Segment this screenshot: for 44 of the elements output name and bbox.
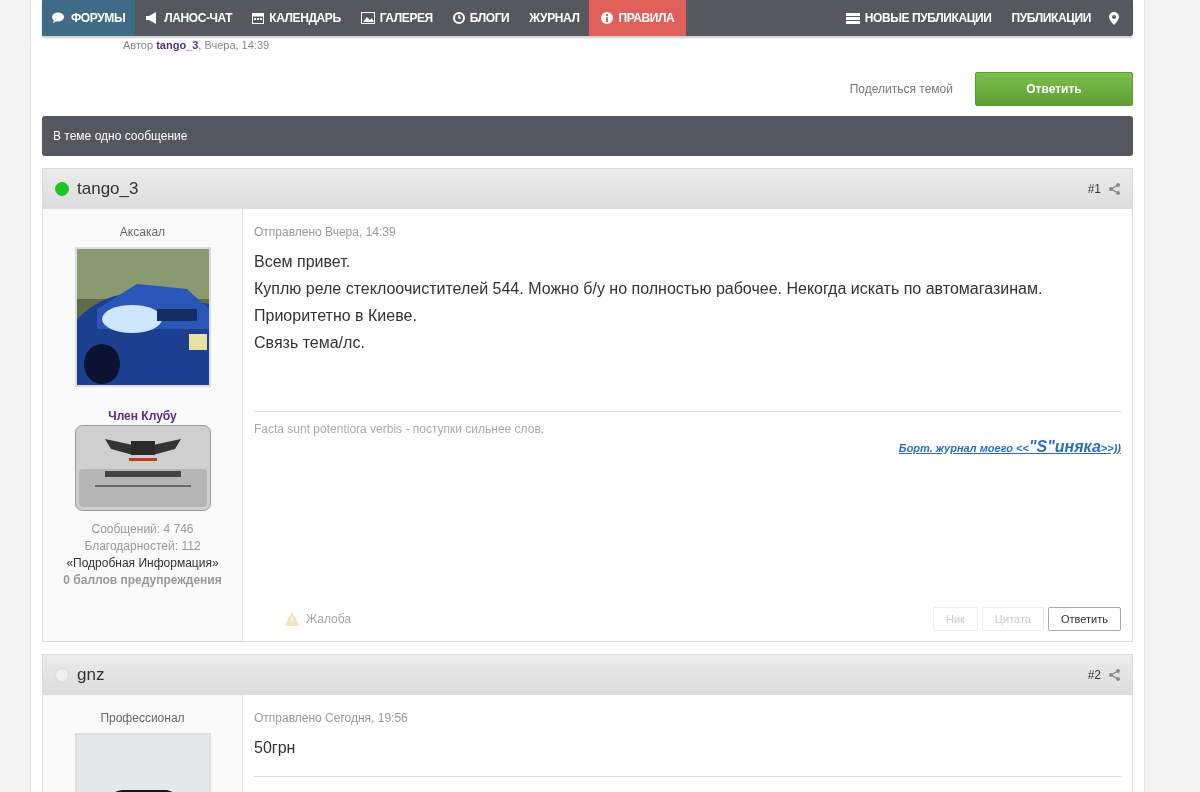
- user-stat: Благодарностей: 112: [84, 538, 201, 555]
- list-icon: [845, 12, 860, 24]
- post-date: Отправлено Вчера, 14:39: [254, 225, 397, 239]
- clock-icon: [452, 12, 465, 24]
- nav-tab[interactable]: ЛАНОС-ЧАТ: [135, 0, 243, 36]
- share-icon[interactable]: [1109, 183, 1120, 195]
- nav-tab[interactable]: БЛОГИ: [442, 0, 520, 36]
- nav-tab[interactable]: КАЛЕНДАРЬ: [242, 0, 351, 36]
- calendar-icon: [252, 12, 265, 24]
- user-rank: Аксакал: [119, 225, 166, 239]
- nav-link[interactable]: ПУБЛИКАЦИИ: [1001, 0, 1101, 36]
- nav-link[interactable]: НОВЫЕ ПУБЛИКАЦИИ: [835, 0, 1002, 36]
- post-text: 50грн: [254, 739, 297, 757]
- username-link[interactable]: gnz: [77, 665, 105, 685]
- nav-tab[interactable]: ФОРУМЫ: [42, 0, 136, 36]
- location-pin-icon[interactable]: [1109, 11, 1119, 25]
- image-icon: [360, 12, 375, 24]
- nav-tab[interactable]: ГАЛЕРЕЯ: [350, 0, 443, 36]
- user-group: Член Клубу: [108, 409, 177, 423]
- user-rank: Профессионал: [100, 711, 185, 725]
- post-text: Куплю реле стеклоочистителей 544. Можно б/у но полностью рабочее. Некогда искать по автомагазинам.: [254, 280, 1044, 298]
- chat-icon: [52, 12, 66, 24]
- author-label: Автор: [123, 39, 154, 51]
- post-number-link[interactable]: #1: [1087, 182, 1101, 196]
- share-icon[interactable]: [1109, 669, 1120, 681]
- nav-tab[interactable]: ПРАВИЛА: [589, 0, 687, 36]
- profile-info-link[interactable]: «Подробная Информация»: [66, 555, 219, 572]
- topic-date: , Вчера, 14:39: [198, 39, 270, 51]
- username-link[interactable]: tango_3: [77, 179, 139, 199]
- warning-icon: [284, 612, 300, 626]
- summary-text: В теме одно сообщение: [53, 129, 188, 143]
- signature-link[interactable]: Борт. журнал моего <<"S"иняка>>)): [898, 438, 1121, 456]
- post-text: Всем привет.: [254, 253, 352, 271]
- post-text: Связь тема/лс.: [254, 334, 366, 352]
- nav-tab[interactable]: ЖУРНАЛ: [519, 0, 590, 36]
- warning-points: 0 баллов предупреждения: [63, 572, 222, 589]
- share-topic-link[interactable]: Поделиться темой: [849, 82, 953, 96]
- user-stat: Сообщений: 4 746: [91, 521, 194, 538]
- post-text: Приоритетно в Киеве.: [254, 307, 418, 325]
- post-number-link[interactable]: #2: [1087, 668, 1101, 682]
- signature-text: Facta sunt potentiora verbis - поступки сильнее слов.: [254, 422, 546, 436]
- post-action-button[interactable]: Ответить: [1047, 607, 1121, 631]
- info-icon: [601, 12, 614, 24]
- post-date: Отправлено Сегодня, 19:56: [254, 711, 409, 725]
